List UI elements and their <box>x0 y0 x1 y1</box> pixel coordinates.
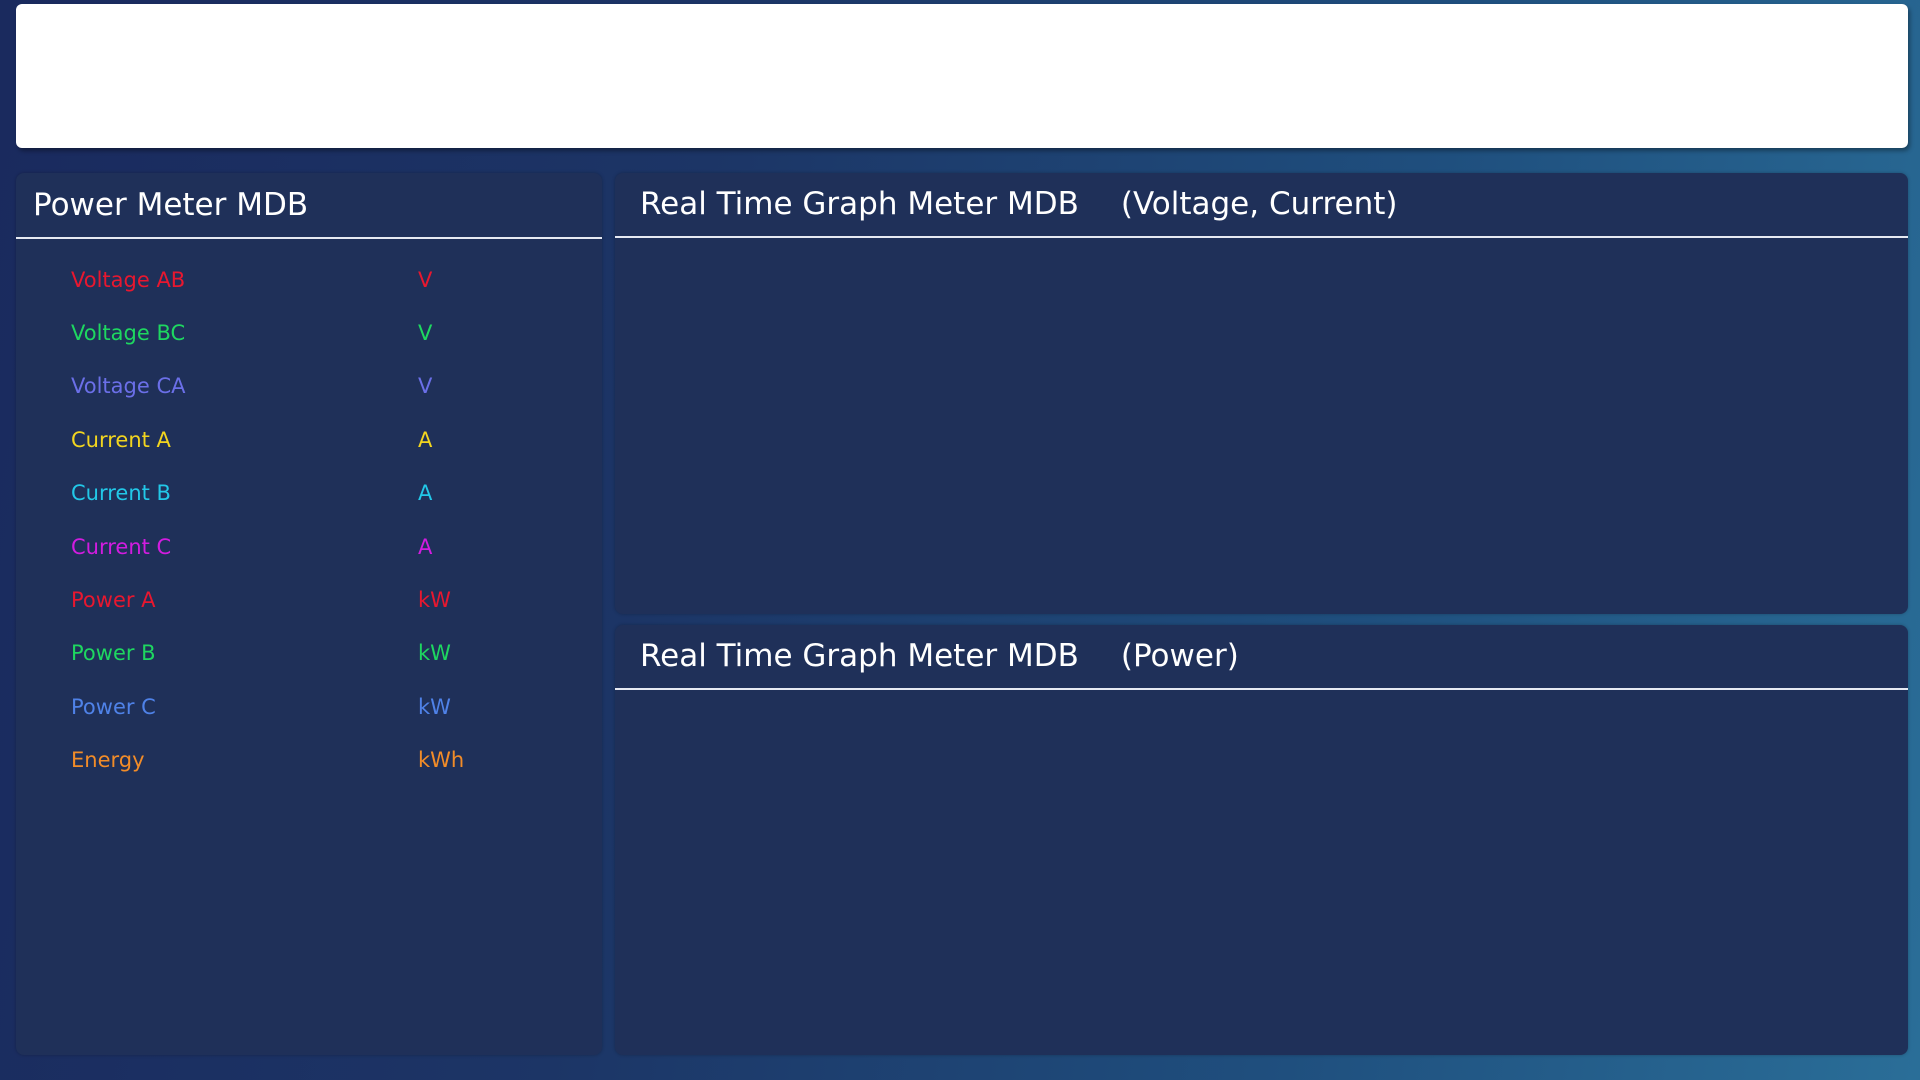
meter-label: Voltage AB <box>71 267 186 292</box>
meter-unit: V <box>418 267 433 292</box>
meter-unit: A <box>418 481 433 506</box>
graph-voltage-current-title: Real Time Graph Meter MDB <box>640 186 1079 222</box>
graph-voltage-current-subtitle: (Voltage, Current) <box>1120 186 1398 222</box>
meter-row: Current C A <box>16 520 602 573</box>
top-banner <box>16 4 1908 148</box>
meter-row: Energy kWh <box>16 734 602 787</box>
graph-power-header: Real Time Graph Meter MDB (Power) <box>615 625 1908 690</box>
meter-row: Power B kW <box>16 627 602 680</box>
meter-unit: kW <box>418 694 451 719</box>
meter-unit: kW <box>418 641 451 666</box>
meter-label: Current A <box>71 427 171 452</box>
power-meter-panel: Power Meter MDB Voltage AB V Voltage BC V Vo… <box>16 173 602 1055</box>
graph-power-title: Real Time Graph Meter MDB <box>640 638 1079 674</box>
meter-label: Current B <box>71 481 171 506</box>
meter-row: Voltage CA V <box>16 360 602 413</box>
meter-reading-list: Voltage AB V Voltage BC V Voltage CA V Current… <box>16 239 602 787</box>
meter-unit: A <box>418 427 433 452</box>
meter-label: Voltage BC <box>71 321 186 346</box>
meter-unit: V <box>418 321 433 346</box>
meter-label: Power C <box>71 694 156 719</box>
meter-row: Voltage BC V <box>16 306 602 359</box>
meter-row: Power C kW <box>16 680 602 733</box>
meter-unit: A <box>418 534 433 559</box>
graph-power-panel: Real Time Graph Meter MDB (Power) <box>615 625 1908 1055</box>
graph-voltage-current-panel: Real Time Graph Meter MDB (Voltage, Curre… <box>615 173 1908 614</box>
graph-power-subtitle: (Power) <box>1120 638 1239 674</box>
meter-label: Power B <box>71 641 156 666</box>
graph-voltage-current-header: Real Time Graph Meter MDB (Voltage, Curre… <box>615 173 1908 238</box>
graph-power-area[interactable] <box>615 691 1908 1055</box>
meter-label: Current C <box>71 534 172 559</box>
meter-row: Current A A <box>16 413 602 466</box>
meter-row: Current B A <box>16 467 602 520</box>
meter-label: Voltage CA <box>71 374 186 399</box>
meter-unit: V <box>418 374 433 399</box>
meter-unit: kWh <box>418 748 465 773</box>
meter-label: Power A <box>71 588 156 613</box>
meter-unit: kW <box>418 588 451 613</box>
power-meter-title: Power Meter MDB <box>16 173 602 239</box>
meter-row: Voltage AB V <box>16 253 602 306</box>
graph-voltage-current-area[interactable] <box>615 239 1908 614</box>
meter-row: Power A kW <box>16 573 602 626</box>
meter-label: Energy <box>71 748 145 773</box>
